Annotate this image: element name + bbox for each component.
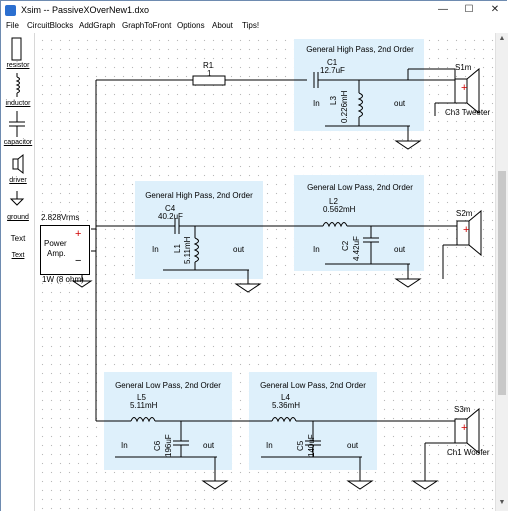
tool-text-plain[interactable]: Text <box>3 234 33 243</box>
lp2-title: General Low Pass, 2nd Order <box>115 381 221 390</box>
speaker-s1-name: S1m <box>455 63 472 72</box>
power-amp-label-1: Power <box>44 239 67 248</box>
hp2-title: General High Pass, 2nd Order <box>145 191 253 200</box>
tool-ground-label[interactable]: ground <box>3 214 33 221</box>
l3-value: 0.226mH <box>340 90 349 123</box>
amp-minus-icon: − <box>75 255 82 267</box>
menu-options[interactable]: Options <box>177 21 205 30</box>
lp1-out-label: out <box>394 245 406 254</box>
amp-plus-icon: + <box>75 228 82 240</box>
c5-value: 140uF <box>307 434 316 457</box>
l1-name: L1 <box>173 244 182 253</box>
resistor-icon[interactable] <box>11 37 22 61</box>
hp2-out-label: out <box>233 245 245 254</box>
power-amp-label-2: Amp. <box>47 249 66 258</box>
component-toolbox: resistor inductor capacitor driver groun… <box>1 33 35 511</box>
l4-value: 5.36mH <box>272 401 301 410</box>
title-bar: Xsim -- PassiveXOverNew1.dxo — ☐ ✕ <box>1 1 507 20</box>
lp1-title: General Low Pass, 2nd Order <box>307 183 413 192</box>
c2-value: 4.42uF <box>352 236 361 261</box>
driver-icon[interactable] <box>12 153 24 175</box>
r1-value: 1 <box>207 69 212 78</box>
source-voltage: 2.828Vrms <box>41 213 80 222</box>
app-window: Xsim -- PassiveXOverNew1.dxo — ☐ ✕ File … <box>0 0 508 511</box>
s3-plus-icon: + <box>461 422 468 434</box>
lp3-title: General Low Pass, 2nd Order <box>260 381 366 390</box>
c6-name: C6 <box>153 440 162 451</box>
minimize-button[interactable]: — <box>430 1 456 20</box>
ground-icon[interactable] <box>9 191 25 206</box>
hp1-out-label: out <box>394 99 406 108</box>
close-button[interactable]: ✕ <box>482 1 508 20</box>
c6-value: 196uF <box>164 434 173 457</box>
capacitor-icon[interactable] <box>9 111 25 137</box>
scroll-down-icon[interactable]: ▼ <box>496 497 508 509</box>
schematic-wiring <box>71 67 482 490</box>
c1-value: 12.7uF <box>320 66 345 75</box>
ground-symbol <box>394 140 422 150</box>
s1-plus-icon: + <box>461 82 468 94</box>
hp1-in-label: In <box>313 99 320 108</box>
c2-name: C2 <box>341 240 350 251</box>
inductor-l5 <box>130 417 156 423</box>
l1-value: 5.11mH <box>183 236 192 264</box>
lp3-in-label: In <box>266 441 273 450</box>
tool-inductor-label[interactable]: inductor <box>3 100 33 107</box>
menu-about[interactable]: About <box>212 21 233 30</box>
l2-value: 0.562mH <box>323 205 356 214</box>
hp2-in-label: In <box>152 245 159 254</box>
lp2-out-label: out <box>203 441 215 450</box>
inductor-l3 <box>357 92 363 118</box>
amp-load-label: 1W (8 ohm) <box>42 275 84 284</box>
lp2-in-label: In <box>121 441 128 450</box>
menu-circuitblocks[interactable]: CircuitBlocks <box>27 21 73 30</box>
tool-capacitor-label[interactable]: capacitor <box>3 139 33 146</box>
c4-value: 40.2uF <box>158 212 183 221</box>
s2-plus-icon: + <box>463 224 470 236</box>
inductor-icon[interactable] <box>15 73 20 97</box>
lp1-in-label: In <box>313 245 320 254</box>
tool-resistor-label[interactable]: resistor <box>3 62 33 69</box>
inductor-l1 <box>193 237 199 263</box>
menu-graphtofront[interactable]: GraphToFront <box>122 21 171 30</box>
speaker-s3-name: S3m <box>454 405 471 414</box>
speaker-s1-label: Ch3 Tweeter <box>445 108 491 117</box>
scrollbar-thumb[interactable] <box>498 171 506 395</box>
tool-driver-label[interactable]: driver <box>3 177 33 184</box>
speaker-s3-label: Ch1 Woofer <box>447 448 490 457</box>
schematic-canvas[interactable]: 2.828Vrms Power Amp. + − 1W (8 ohm) R1 1… <box>35 33 495 511</box>
speaker-s2-name: S2m <box>456 209 473 218</box>
tool-text-underlined[interactable]: Text <box>3 252 33 259</box>
menu-addgraph[interactable]: AddGraph <box>79 21 115 30</box>
window-title: Xsim -- PassiveXOverNew1.dxo <box>21 5 150 15</box>
menu-tips[interactable]: Tips! <box>242 21 259 30</box>
menu-bar: File CircuitBlocks AddGraph GraphToFront… <box>1 20 507 33</box>
app-icon <box>5 5 16 16</box>
maximize-button[interactable]: ☐ <box>456 1 482 20</box>
lp3-out-label: out <box>347 441 359 450</box>
l3-name: L3 <box>329 96 338 105</box>
c5-name: C5 <box>296 440 305 451</box>
inductor-l4 <box>271 417 297 423</box>
inductor-l2 <box>322 222 348 228</box>
vertical-scrollbar[interactable]: ▲ ▼ <box>495 33 508 511</box>
l5-value: 5.11mH <box>130 401 158 410</box>
menu-file[interactable]: File <box>6 21 19 30</box>
scroll-up-icon[interactable]: ▲ <box>496 33 508 45</box>
hp1-title: General High Pass, 2nd Order <box>306 45 414 54</box>
